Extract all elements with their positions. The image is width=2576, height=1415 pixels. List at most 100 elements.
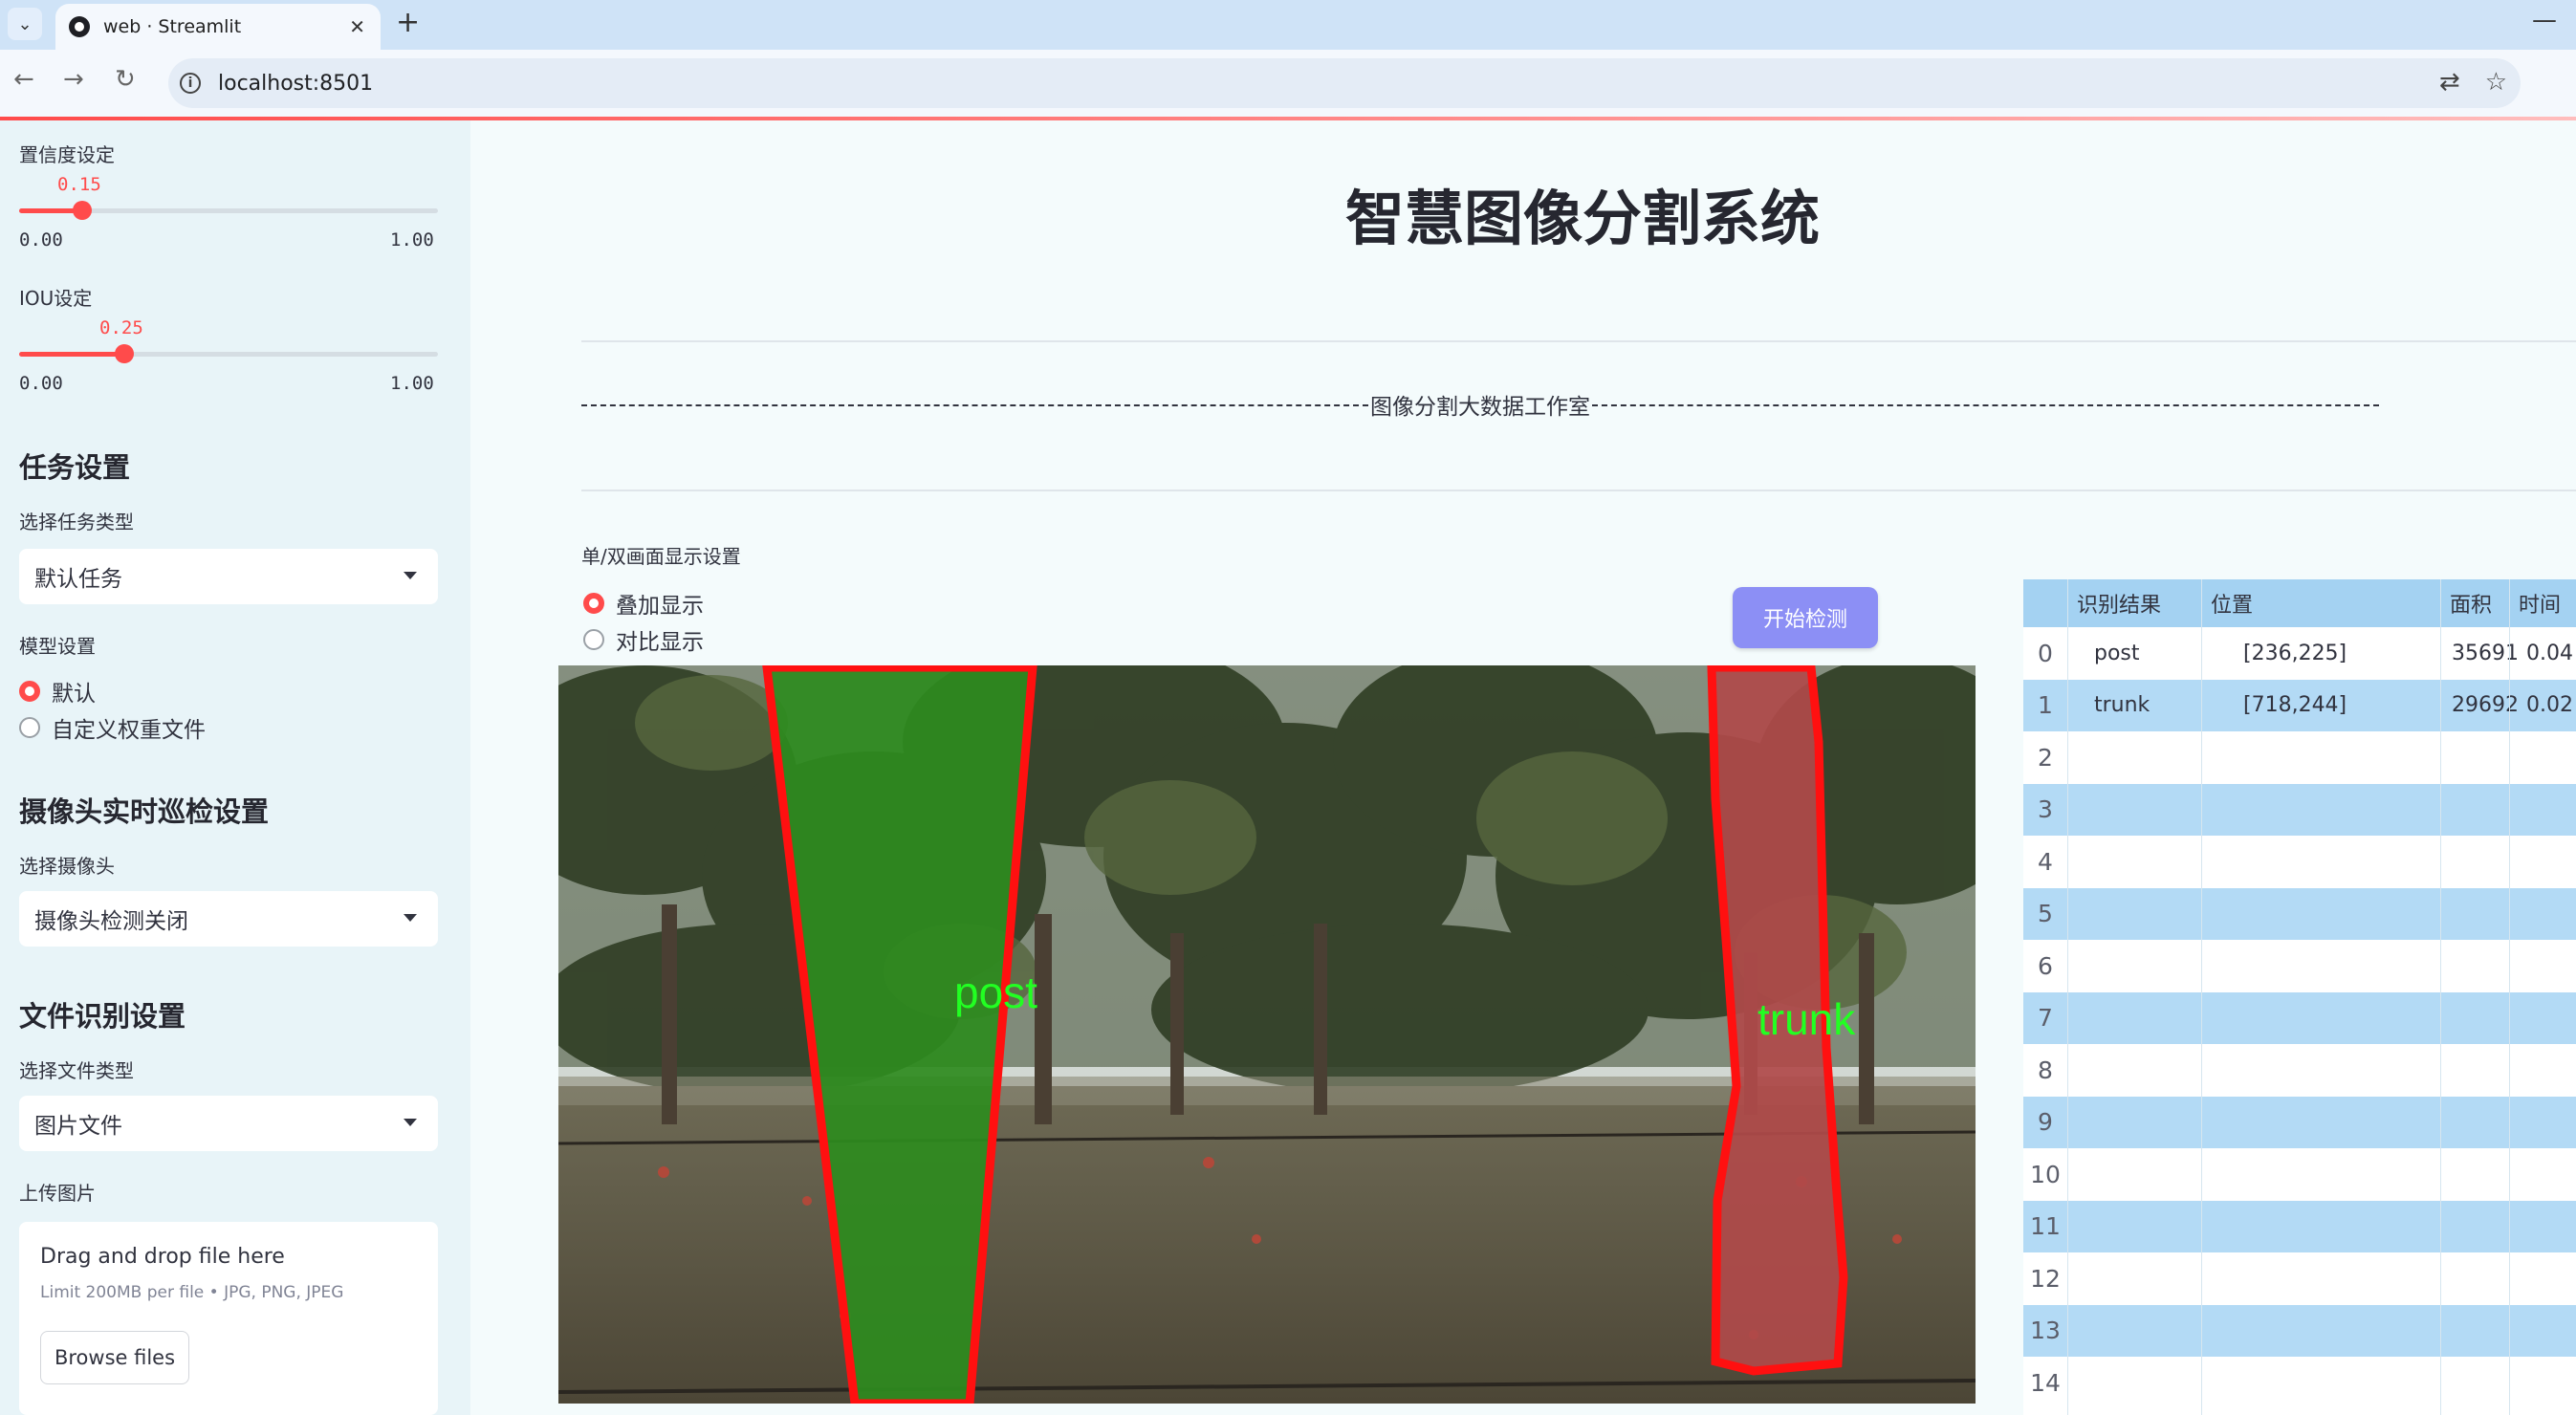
row-index: 5 bbox=[2038, 900, 2053, 927]
radio-selected-icon bbox=[19, 681, 40, 702]
chevron-down-icon bbox=[404, 572, 417, 579]
browser-tabstrip: ⌄ web · Streamlit ✕ + — bbox=[0, 0, 2576, 50]
table-row[interactable]: 6 bbox=[2023, 940, 2576, 991]
chevron-down-icon bbox=[404, 1119, 417, 1126]
cell-result: post bbox=[2094, 641, 2140, 665]
camera-settings-header: 摄像头实时巡检设置 bbox=[19, 795, 270, 828]
cell-time: 0.04 bbox=[2526, 641, 2573, 665]
iou-max: 1.00 bbox=[390, 373, 434, 394]
confidence-label: 置信度设定 bbox=[19, 143, 115, 166]
table-row[interactable]: 4 bbox=[2023, 836, 2576, 887]
file-settings-header: 文件识别设置 bbox=[19, 1000, 186, 1033]
browse-files-button[interactable]: Browse files bbox=[40, 1331, 189, 1384]
column-divider bbox=[2201, 579, 2202, 1415]
table-row[interactable]: 7 bbox=[2023, 991, 2576, 1044]
row-index: 11 bbox=[2030, 1212, 2061, 1240]
trunk-class-label: trunk bbox=[1757, 994, 1856, 1044]
display-mode-label-overlay: 叠加显示 bbox=[616, 594, 704, 619]
display-mode-overlay[interactable]: 叠加显示 bbox=[583, 587, 704, 620]
divider bbox=[581, 490, 2576, 491]
orchard-scene: post trunk bbox=[558, 665, 1976, 1404]
table-row[interactable]: 3 bbox=[2023, 783, 2576, 836]
confidence-slider[interactable] bbox=[19, 201, 438, 220]
iou-min: 0.00 bbox=[19, 373, 63, 394]
file-dropzone[interactable]: Drag and drop file here Limit 200MB per … bbox=[19, 1222, 438, 1415]
table-row[interactable]: 1 trunk [718,244] 29692 0.02 bbox=[2023, 679, 2576, 731]
model-settings-label: 模型设置 bbox=[19, 635, 96, 658]
dashed-rule bbox=[581, 404, 1368, 406]
results-table[interactable]: 识别结果 位置 面积 时间 0 post [236,225] 35691 0.04 1 tr… bbox=[2023, 579, 2576, 1415]
header-area[interactable]: 面积 bbox=[2450, 579, 2492, 627]
table-row[interactable]: 5 bbox=[2023, 887, 2576, 940]
post-class-label: post bbox=[954, 968, 1037, 1017]
column-divider bbox=[2067, 579, 2068, 1415]
table-row[interactable]: 11 bbox=[2023, 1200, 2576, 1252]
row-index: 2 bbox=[2038, 743, 2053, 772]
chevron-down-icon bbox=[404, 914, 417, 922]
display-mode-compare[interactable]: 对比显示 bbox=[583, 623, 704, 656]
browser-toolbar: ← → ↻ i localhost:8501 ⇄ ☆ bbox=[0, 50, 2576, 117]
url-text: localhost:8501 bbox=[218, 71, 374, 96]
row-index: 6 bbox=[2038, 951, 2053, 980]
model-option-custom[interactable]: 自定义权重文件 bbox=[19, 711, 206, 744]
reload-icon[interactable]: ↻ bbox=[115, 65, 136, 94]
cell-position: [718,244] bbox=[2243, 693, 2347, 717]
camera-select[interactable]: 摄像头检测关闭 bbox=[19, 891, 438, 947]
row-index: 13 bbox=[2030, 1317, 2061, 1344]
cell-time: 0.02 bbox=[2526, 693, 2573, 717]
site-info-icon[interactable]: i bbox=[180, 73, 201, 94]
table-row[interactable]: 8 bbox=[2023, 1044, 2576, 1096]
task-settings-header: 任务设置 bbox=[19, 451, 131, 484]
minimize-icon[interactable]: — bbox=[2532, 6, 2557, 34]
start-detection-button[interactable]: 开始检测 bbox=[1733, 587, 1878, 648]
table-row[interactable]: 2 bbox=[2023, 731, 2576, 783]
camera-select-label: 选择摄像头 bbox=[19, 855, 115, 878]
task-type-select[interactable]: 默认任务 bbox=[19, 549, 438, 604]
header-position[interactable]: 位置 bbox=[2211, 579, 2253, 627]
close-tab-icon[interactable]: ✕ bbox=[349, 15, 365, 38]
address-bar[interactable]: i localhost:8501 ⇄ ☆ bbox=[168, 58, 2521, 108]
camera-select-value: 摄像头检测关闭 bbox=[34, 909, 188, 934]
table-row[interactable]: 10 bbox=[2023, 1148, 2576, 1200]
row-index: 9 bbox=[2038, 1108, 2053, 1136]
task-type-value: 默认任务 bbox=[34, 567, 122, 592]
cell-result: trunk bbox=[2094, 693, 2150, 717]
table-row[interactable]: 13 bbox=[2023, 1304, 2576, 1357]
iou-slider[interactable] bbox=[19, 344, 438, 363]
table-row[interactable]: 12 bbox=[2023, 1252, 2576, 1304]
translate-icon[interactable]: ⇄ bbox=[2439, 68, 2460, 97]
iou-slider-fill bbox=[19, 352, 124, 357]
upload-label: 上传图片 bbox=[19, 1182, 96, 1205]
table-row[interactable]: 9 bbox=[2023, 1096, 2576, 1148]
segmentation-result-image: post trunk bbox=[558, 665, 1976, 1404]
column-divider bbox=[2509, 579, 2510, 1415]
sidebar: 置信度设定 0.15 0.00 1.00 IOU设定 0.25 0.00 1.0… bbox=[0, 120, 470, 1415]
model-option-default[interactable]: 默认 bbox=[19, 675, 96, 708]
row-index: 8 bbox=[2038, 1056, 2053, 1084]
dropzone-limit: Limit 200MB per file • JPG, PNG, JPEG bbox=[40, 1283, 344, 1302]
iou-slider-thumb[interactable] bbox=[115, 344, 134, 363]
back-icon[interactable]: ← bbox=[13, 65, 34, 94]
new-tab-icon[interactable]: + bbox=[396, 6, 420, 39]
confidence-max: 1.00 bbox=[390, 229, 434, 250]
header-result[interactable]: 识别结果 bbox=[2077, 579, 2161, 627]
row-index: 10 bbox=[2030, 1160, 2061, 1188]
table-row[interactable]: 14 bbox=[2023, 1357, 2576, 1408]
tab-search-icon[interactable]: ⌄ bbox=[8, 8, 42, 40]
task-type-label: 选择任务类型 bbox=[19, 511, 134, 533]
table-row[interactable]: 0 post [236,225] 35691 0.04 bbox=[2023, 627, 2576, 679]
radio-unselected-icon bbox=[583, 629, 604, 650]
browser-tab[interactable]: web · Streamlit ✕ bbox=[55, 4, 381, 50]
confidence-slider-thumb[interactable] bbox=[73, 201, 92, 220]
forward-icon[interactable]: → bbox=[63, 65, 84, 94]
iou-label: IOU设定 bbox=[19, 287, 93, 310]
row-index: 12 bbox=[2030, 1264, 2061, 1293]
row-index: 14 bbox=[2030, 1368, 2061, 1397]
confidence-min: 0.00 bbox=[19, 229, 63, 250]
row-index: 7 bbox=[2038, 1004, 2053, 1032]
cell-position: [236,225] bbox=[2243, 641, 2347, 665]
file-type-select[interactable]: 图片文件 bbox=[19, 1096, 438, 1151]
header-time[interactable]: 时间 bbox=[2519, 579, 2561, 627]
bookmark-star-icon[interactable]: ☆ bbox=[2485, 68, 2507, 97]
row-index: 3 bbox=[2038, 795, 2053, 823]
